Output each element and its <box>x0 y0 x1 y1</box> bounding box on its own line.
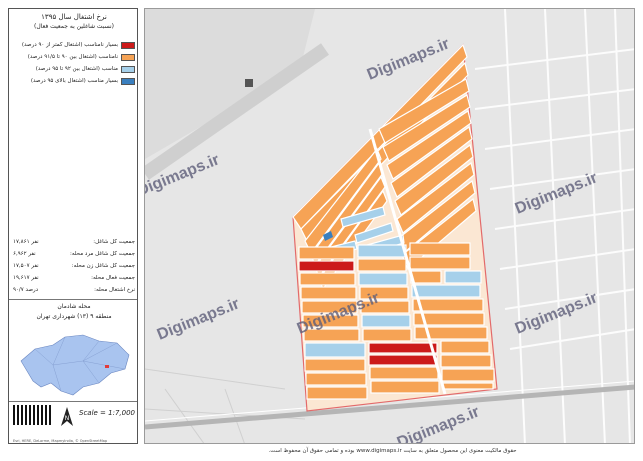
legend-item-very-good: بسیار مناسب (اشتغال بالای ۹۵ درصد) <box>13 76 135 86</box>
north-arrow-icon: N <box>61 407 73 426</box>
legend-subtitle: (نسبت شاغلین به جمعیت فعال) <box>33 23 114 30</box>
stat-row: جمعیت فعال محله: ۱۹,۶۱۷ نفر <box>13 275 135 281</box>
airport-icon <box>245 79 253 87</box>
svg-text:N: N <box>65 415 70 422</box>
map-sheet: نرخ اشتغال سال ۱۳۹۵ (نسبت شاغلین به جمعی… <box>0 0 643 461</box>
divider <box>9 401 137 402</box>
swatch <box>121 53 135 61</box>
district-region: منطقه ۹ (۱۳) شهرداری تهران <box>36 313 112 320</box>
swatch <box>121 41 135 49</box>
stat-row: جمعیت کل شاغل مرد محله: ۶,۹۶۲ نفر <box>13 251 135 257</box>
legend-panel: نرخ اشتغال سال ۱۳۹۵ (نسبت شاغلین به جمعی… <box>8 8 138 444</box>
qr-code <box>13 405 33 425</box>
district-name: محله شادمان <box>57 303 91 310</box>
stat-row: جمعیت کل شاغل زن محله: ۱۷,۵۰۷ نفر <box>13 263 135 269</box>
scale-label: Scale = 1:7,000 <box>79 409 135 417</box>
swatch <box>121 77 135 85</box>
legend-item-poor: نامناسب (اشتغال بین ۹۰ تا ۹۱/۵ درصد) <box>13 52 135 62</box>
copyright-notice: حقوق مالکیت معنوی این محصول متعلق به سای… <box>268 448 517 454</box>
map-canvas[interactable]: Digimaps.ir Digimaps.ir Digimaps.ir Digi… <box>144 8 635 444</box>
legend-title: نرخ اشتغال سال ۱۳۹۵ <box>41 13 107 21</box>
qr-code <box>33 405 53 425</box>
swatch <box>121 65 135 73</box>
divider <box>9 299 137 300</box>
legend-item-very-poor: بسیار نامناسب (اشتغال کمتر از ۹۰ درصد) <box>13 40 135 50</box>
locator-minimap <box>13 321 135 401</box>
stat-row: نرخ اشتغال محله: ۹۰/۷ درصد <box>13 287 135 293</box>
stat-row: جمعیت کل شاغل: ۱۷,۸۶۱ نفر <box>13 239 135 245</box>
data-provider: Esri, HERE, DeLorme, MapmyIndia, © OpenS… <box>13 439 108 443</box>
legend-item-good: مناسب (اشتغال بین ۹۲ تا ۹۵ درصد) <box>13 64 135 74</box>
